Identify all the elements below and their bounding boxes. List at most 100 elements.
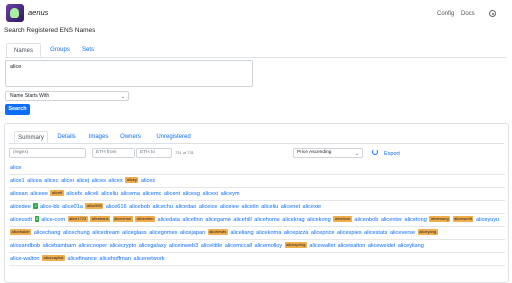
name-link[interactable]: aliceym [221, 191, 240, 197]
name-link[interactable]: alice01a [62, 204, 83, 210]
name-link[interactable]: alicea [27, 178, 42, 184]
name-link[interactable]: aliceandbob [10, 243, 40, 249]
name-link[interactable]: alicechu [152, 204, 173, 210]
name-link[interactable]: alicegomes [149, 230, 177, 236]
search-button[interactable]: Search [5, 104, 30, 115]
name-link[interactable]: aliceglass [122, 230, 147, 236]
name-link[interactable]: alice-walton [10, 256, 40, 262]
name-link[interactable]: alicedee [10, 204, 31, 210]
name-link[interactable]: alicegame [205, 217, 231, 223]
name-link[interactable]: alicekoma [256, 230, 281, 236]
name-link[interactable]: aliceusdt [10, 217, 32, 223]
highlighted-name-badge[interactable]: alicey [125, 177, 139, 183]
tab-names[interactable]: Names [6, 43, 41, 57]
highlighted-name-badge[interactable]: alicebank [90, 216, 111, 222]
name-link[interactable]: alicedao [176, 204, 197, 210]
name-link[interactable]: alicebob [129, 204, 150, 210]
name-link[interactable]: alicekong [307, 217, 331, 223]
name-link[interactable]: alicenetwork [134, 256, 165, 262]
name-link[interactable]: alicechung [63, 230, 90, 236]
name-link[interactable]: alicehome [254, 217, 280, 223]
name-link[interactable]: alice1 [10, 178, 25, 184]
eth-to-input[interactable]: ETH to [136, 148, 172, 158]
name-link[interactable]: alicecooper [78, 243, 107, 249]
name-link[interactable]: alicegalaxy [139, 243, 167, 249]
nav-config-link[interactable]: Config [437, 11, 454, 17]
highlighted-name-badge[interactable]: alicewang [429, 216, 451, 222]
name-link[interactable]: alicemolloy [255, 243, 283, 249]
name-link[interactable]: alicefx [66, 191, 82, 197]
app-logo[interactable] [6, 4, 24, 22]
name-link[interactable]: aliceiee [220, 204, 239, 210]
app-brand[interactable]: aenus [28, 8, 48, 17]
name-link[interactable]: alicestats [364, 230, 387, 236]
highlighted-name-badge[interactable]: alicelove [333, 216, 352, 222]
eth-from-input[interactable]: ETH from [92, 148, 135, 158]
highlighted-name-badge[interactable]: alicecapital [42, 255, 65, 261]
name-link[interactable]: alicefinance [67, 256, 97, 262]
tab-sets[interactable]: Sets [77, 43, 99, 57]
name-link[interactable]: alicewalton [338, 243, 366, 249]
name-link[interactable]: alicei [61, 178, 74, 184]
regex-filter-input[interactable]: (regex) [9, 148, 86, 158]
name-link[interactable]: alice616 [106, 204, 127, 210]
tab-images[interactable]: Images [85, 131, 112, 143]
highlighted-name-badge[interactable]: alicebaker [10, 229, 32, 235]
name-link[interactable]: alicefinn [182, 217, 203, 223]
tab-summary[interactable]: Summary [14, 131, 48, 143]
name-link[interactable]: aliceliu [261, 204, 278, 210]
name-link[interactable]: aliceli [85, 191, 99, 197]
name-link[interactable]: alicehoffman [99, 256, 131, 262]
name-link[interactable]: alicemc [142, 191, 161, 197]
nav-docs-link[interactable]: Docs [461, 11, 475, 17]
name-link[interactable]: aliceyuyu [476, 217, 499, 223]
name-link[interactable]: alices [92, 178, 106, 184]
name-link[interactable]: alicesg [183, 191, 200, 197]
name-link[interactable]: alicedream [92, 230, 119, 236]
name-link[interactable]: alicelittle [201, 243, 222, 249]
name-link[interactable]: alicespies [337, 230, 362, 236]
highlighted-name-badge[interactable]: alicechan [112, 216, 133, 222]
name-link[interactable]: aliceliu [101, 191, 118, 197]
tab-details[interactable]: Details [53, 131, 80, 143]
name-link[interactable]: aliceverse [390, 230, 415, 236]
name-link[interactable]: alicedata [157, 217, 179, 223]
name-link[interactable]: alicewallet [309, 243, 335, 249]
name-link[interactable]: alicehill [233, 217, 251, 223]
highlighted-name-badge[interactable]: alicefi [50, 190, 64, 196]
name-link[interactable]: aliceice [199, 204, 218, 210]
name-link[interactable]: alicejapan [180, 230, 205, 236]
github-icon[interactable] [489, 10, 496, 17]
refresh-icon[interactable] [372, 149, 378, 155]
sort-select[interactable]: Price Ascending ⌄ [293, 148, 363, 158]
name-link[interactable]: alicetong [404, 217, 426, 223]
highlighted-name-badge[interactable]: aliceworld [452, 216, 474, 222]
name-link[interactable]: alicemccall [225, 243, 252, 249]
name-link[interactable]: alicexie [303, 204, 322, 210]
name-link[interactable]: alicez [141, 178, 155, 184]
name-link[interactable]: alice-bb [40, 204, 60, 210]
name-link[interactable]: alicej [76, 178, 89, 184]
name-link[interactable]: alicenbob [354, 217, 378, 223]
highlighted-name-badge[interactable]: aliceyang [417, 229, 438, 235]
highlighted-name-badge[interactable]: alicelewis [207, 229, 228, 235]
name-link[interactable]: aliceinweb3 [169, 243, 198, 249]
highlighted-name-badge[interactable]: alicechen [135, 216, 155, 222]
name-link[interactable]: alicepizza [284, 230, 309, 236]
name-link[interactable]: aliceweidel [368, 243, 395, 249]
name-link[interactable]: alicec [44, 178, 58, 184]
tab-owners[interactable]: Owners [117, 131, 144, 143]
name-link[interactable]: aliceyliang [398, 243, 424, 249]
name-link[interactable]: alice-com [41, 217, 65, 223]
name-link[interactable]: alicent [164, 191, 180, 197]
name-link[interactable]: aliceliang [230, 230, 253, 236]
highlighted-name-badge[interactable]: alice1723 [67, 216, 88, 222]
tab-groups[interactable]: Groups [45, 43, 75, 57]
name-link[interactable]: aliceee [30, 191, 48, 197]
name-link[interactable]: aliceprice [311, 230, 335, 236]
name-link[interactable]: alicebambam [43, 243, 76, 249]
name-link[interactable]: alicekrag [282, 217, 304, 223]
export-link[interactable]: Export [384, 151, 400, 157]
name-link[interactable]: alicema [121, 191, 140, 197]
name-link[interactable]: alicenet [281, 204, 300, 210]
